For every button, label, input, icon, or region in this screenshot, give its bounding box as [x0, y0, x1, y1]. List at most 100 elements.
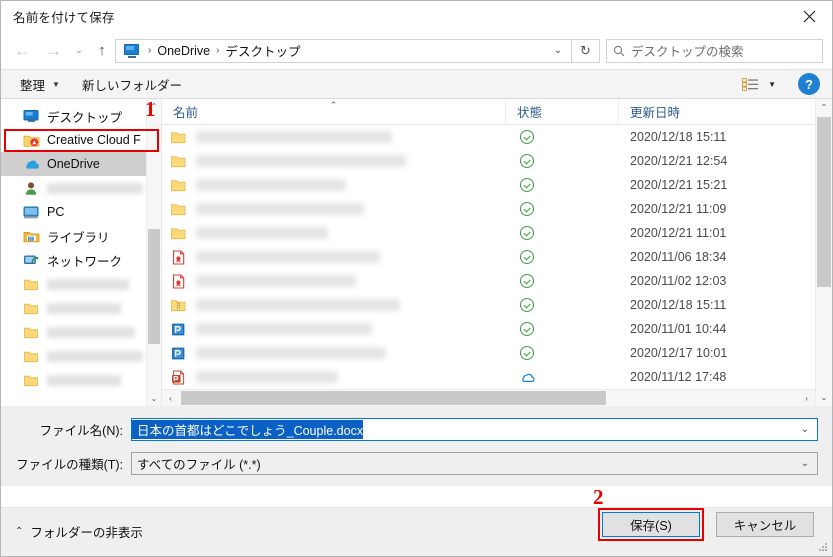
filename-row: ファイル名(N): 日本の首都はどこでしょう_Couple.docx ⌄	[1, 416, 832, 442]
arrow-right-icon[interactable]: →	[38, 37, 69, 65]
filetype-select[interactable]: すべてのファイル (*.*) ⌄	[131, 451, 818, 475]
publisher-icon	[170, 322, 187, 337]
sidebar-item-folder-4[interactable]	[1, 344, 161, 368]
scroll-down-icon[interactable]: ⌄	[816, 389, 832, 406]
filename-label: ファイル名(N):	[39, 423, 123, 438]
chevron-down-icon-address[interactable]: ⌄	[545, 40, 571, 62]
sidebar-item-network[interactable]: ネットワーク	[1, 248, 161, 272]
chevron-down-icon-organize: ▼	[52, 79, 60, 89]
table-row[interactable]: 2020/12/21 15:21	[162, 173, 832, 197]
help-button[interactable]: ?	[798, 73, 820, 95]
form-area: ファイル名(N): 日本の首都はどこでしょう_Couple.docx ⌄ ファイ…	[1, 406, 832, 486]
desktop-icon	[123, 43, 141, 58]
hide-folders-button[interactable]: ⌃ フォルダーの非表示	[15, 522, 143, 541]
file-name-blurred	[196, 227, 328, 239]
column-header-date-label: 更新日時	[630, 106, 681, 120]
arrow-up-icon[interactable]: ↑	[89, 37, 115, 65]
sidebar-scrollbar[interactable]: ⌃ ⌄	[146, 99, 161, 406]
file-date-cell: 2020/12/21 15:21	[630, 178, 728, 192]
file-name-cell	[162, 370, 506, 385]
powerpoint-icon	[170, 370, 187, 385]
folder-icon	[23, 325, 40, 340]
sidebar-item-library[interactable]: ライブラリ	[1, 224, 161, 248]
new-folder-button[interactable]: 新しいフォルダー	[71, 72, 193, 96]
folder-icon	[23, 301, 40, 316]
chevron-down-icon-filetype[interactable]: ⌄	[793, 458, 817, 469]
filename-field[interactable]: 日本の首都はどこでしょう_Couple.docx ⌄	[131, 417, 818, 441]
file-name-blurred	[196, 347, 386, 359]
synced-check-icon	[520, 346, 534, 360]
onedrive-cloud-icon	[23, 157, 40, 172]
table-row[interactable]: 2020/12/18 15:11	[162, 125, 832, 149]
search-icon	[607, 45, 631, 57]
sidebar-item-folder-3[interactable]	[1, 320, 161, 344]
table-row[interactable]: 2020/11/02 12:03	[162, 269, 832, 293]
table-row[interactable]: 2020/12/17 10:01	[162, 341, 832, 365]
network-icon	[23, 253, 40, 268]
file-name-blurred	[196, 323, 372, 335]
resize-grip[interactable]	[819, 543, 829, 553]
chevron-down-icon-view[interactable]: ▼	[766, 80, 784, 89]
sidebar-item-label-blurred	[47, 278, 129, 290]
file-list-pane: 名前 ⌃ 状態 更新日時 2020/12/18 15:11 2020/12/21 …	[162, 99, 832, 406]
folder-icon	[23, 373, 40, 388]
file-name-cell	[162, 178, 506, 193]
sidebar-item-user[interactable]	[1, 176, 161, 200]
sidebar-scrollbar-thumb[interactable]	[148, 229, 160, 344]
close-icon[interactable]	[786, 1, 832, 32]
table-row[interactable]: 2020/12/21 11:01	[162, 221, 832, 245]
table-row[interactable]: 2020/12/18 15:11	[162, 293, 832, 317]
breadcrumb-item-desktop[interactable]: デスクトップ	[224, 41, 301, 60]
column-header-date[interactable]: 更新日時	[619, 99, 799, 124]
table-row[interactable]: 2020/11/12 17:48	[162, 365, 832, 389]
sidebar-item-creative-cloud[interactable]: Creative Cloud F	[1, 128, 161, 152]
sort-ascending-icon: ⌃	[329, 100, 338, 110]
file-list-scrollbar-thumb[interactable]	[817, 117, 831, 287]
filetype-row: ファイルの種類(T): すべてのファイル (*.*) ⌄	[1, 450, 832, 476]
address-bar[interactable]: › OneDrive › デスクトップ ⌄	[115, 38, 572, 63]
file-name-cell	[162, 273, 506, 289]
scroll-down-icon[interactable]: ⌄	[147, 391, 161, 406]
scroll-left-icon[interactable]: ‹	[162, 390, 179, 406]
scroll-up-icon[interactable]: ⌃	[147, 99, 161, 114]
sidebar-item-folder-5[interactable]	[1, 368, 161, 392]
file-name-blurred	[196, 251, 380, 263]
sidebar-item-onedrive[interactable]: OneDrive	[1, 152, 161, 176]
scroll-right-icon[interactable]: ›	[798, 390, 815, 406]
list-view-icon[interactable]	[738, 75, 762, 93]
sidebar-item-pc[interactable]: PC	[1, 200, 161, 224]
column-header-state[interactable]: 状態	[506, 99, 619, 124]
toolbar-right-group: ▼ ?	[738, 73, 824, 95]
sidebar-item-desktop[interactable]: デスクトップ	[1, 104, 161, 128]
breadcrumb-item-onedrive[interactable]: OneDrive	[156, 44, 211, 58]
organize-button[interactable]: 整理 ▼	[9, 72, 71, 96]
table-row[interactable]: 2020/12/21 12:54	[162, 149, 832, 173]
user-icon	[23, 181, 40, 196]
sidebar-item-label: PC	[47, 205, 65, 219]
file-name-cell	[162, 202, 506, 217]
arrow-left-icon[interactable]: ←	[7, 37, 38, 65]
toolbar: 整理 ▼ 新しいフォルダー ▼ ?	[1, 69, 832, 99]
file-name-cell	[162, 298, 506, 313]
sidebar-item-label-blurred	[47, 326, 135, 338]
table-row[interactable]: 2020/11/01 10:44	[162, 317, 832, 341]
sidebar-item-folder-1[interactable]	[1, 272, 161, 296]
column-header-name[interactable]: 名前 ⌃	[162, 99, 506, 124]
file-list-hscrollbar-thumb[interactable]	[181, 391, 606, 405]
cancel-button[interactable]: キャンセル	[716, 512, 814, 537]
file-state-cell	[506, 274, 619, 288]
file-list-horizontal-scrollbar[interactable]: ‹ ›	[162, 389, 815, 406]
file-list-vertical-scrollbar[interactable]: ⌃ ⌄	[815, 99, 832, 406]
file-state-cell	[506, 130, 619, 144]
table-row[interactable]: 2020/11/06 18:34	[162, 245, 832, 269]
scroll-up-icon[interactable]: ⌃	[816, 99, 832, 116]
synced-check-icon	[520, 202, 534, 216]
chevron-down-icon-filename[interactable]: ⌄	[793, 424, 817, 435]
table-row[interactable]: 2020/12/21 11:09	[162, 197, 832, 221]
save-button[interactable]: 保存(S)	[602, 512, 700, 537]
search-input[interactable]: デスクトップの検索	[606, 38, 823, 63]
chevron-down-icon-history[interactable]: ⌄	[69, 37, 89, 65]
file-name-cell	[162, 346, 506, 361]
sidebar-item-folder-2[interactable]	[1, 296, 161, 320]
refresh-icon[interactable]: ↻	[572, 38, 600, 63]
